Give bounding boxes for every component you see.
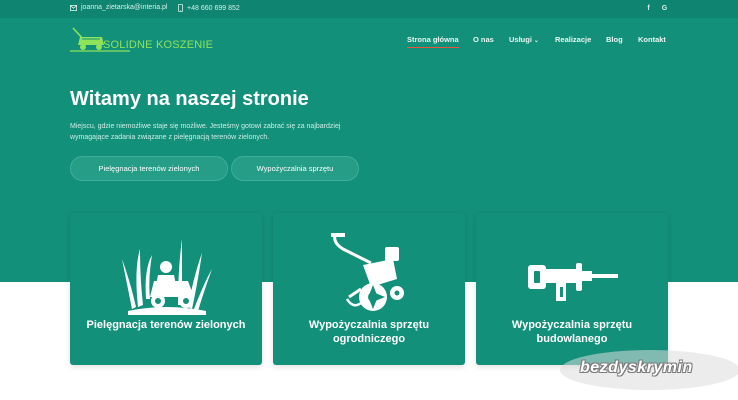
nav-o-nas[interactable]: O nas <box>473 35 494 49</box>
phone-icon <box>178 4 183 12</box>
tiller-icon <box>331 233 404 311</box>
top-contact-bar: joanna_zietarska@interia.pl +48 660 699 … <box>0 0 738 18</box>
email-contact[interactable]: joanna_zietarska@interia.pl <box>70 4 168 11</box>
nav-uslugi-label: Usługi <box>509 35 532 44</box>
nav-uslugi[interactable]: Usługi ⌄ <box>509 35 539 49</box>
lawn-mower-icon <box>122 239 212 315</box>
service-card-label: Wypożyczalnia sprzętu ogrodniczego <box>308 319 430 345</box>
nav-blog[interactable]: Blog <box>606 35 623 49</box>
phone-contact[interactable]: +48 660 699 852 <box>178 4 240 12</box>
nav-strona-glowna[interactable]: Strona główna <box>407 35 459 49</box>
google-icon[interactable]: G <box>659 3 670 14</box>
hero-title: Witamy na naszej stronie <box>70 88 309 110</box>
watermark-text: bezdyskrymin <box>580 359 693 376</box>
phone-text: +48 660 699 852 <box>187 4 240 12</box>
service-card-label: Wypożyczalnia sprzętu budowlanego <box>511 319 633 345</box>
nav-kontakt[interactable]: Kontakt <box>638 35 666 49</box>
chevron-down-icon: ⌄ <box>533 38 539 44</box>
service-card-garden-rental[interactable]: Wypożyczalnia sprzętu ogrodniczego <box>273 213 465 365</box>
service-card-lawn-care[interactable]: Pielęgnacja terenów zielonych <box>70 213 262 365</box>
nav-realizacje[interactable]: Realizacje <box>555 35 591 49</box>
logo-text: SOLIDNE KOSZENIE <box>103 39 214 51</box>
service-card-construction-rental[interactable]: Wypożyczalnia sprzętu budowlanego <box>476 213 668 365</box>
email-text: joanna_zietarska@interia.pl <box>81 4 168 11</box>
service-card-label: Pielęgnacja terenów zielonych <box>86 319 246 331</box>
lawn-care-button[interactable]: Pielęgnacja terenów zielonych <box>70 156 228 181</box>
envelope-icon <box>70 4 77 11</box>
equipment-rental-button[interactable]: Wypożyczalnia sprzętu <box>231 156 359 181</box>
drill-icon <box>528 263 618 301</box>
facebook-icon[interactable]: f <box>643 3 654 14</box>
hero-description: Miejscu, gdzie niemożliwe staje się możl… <box>70 123 341 141</box>
